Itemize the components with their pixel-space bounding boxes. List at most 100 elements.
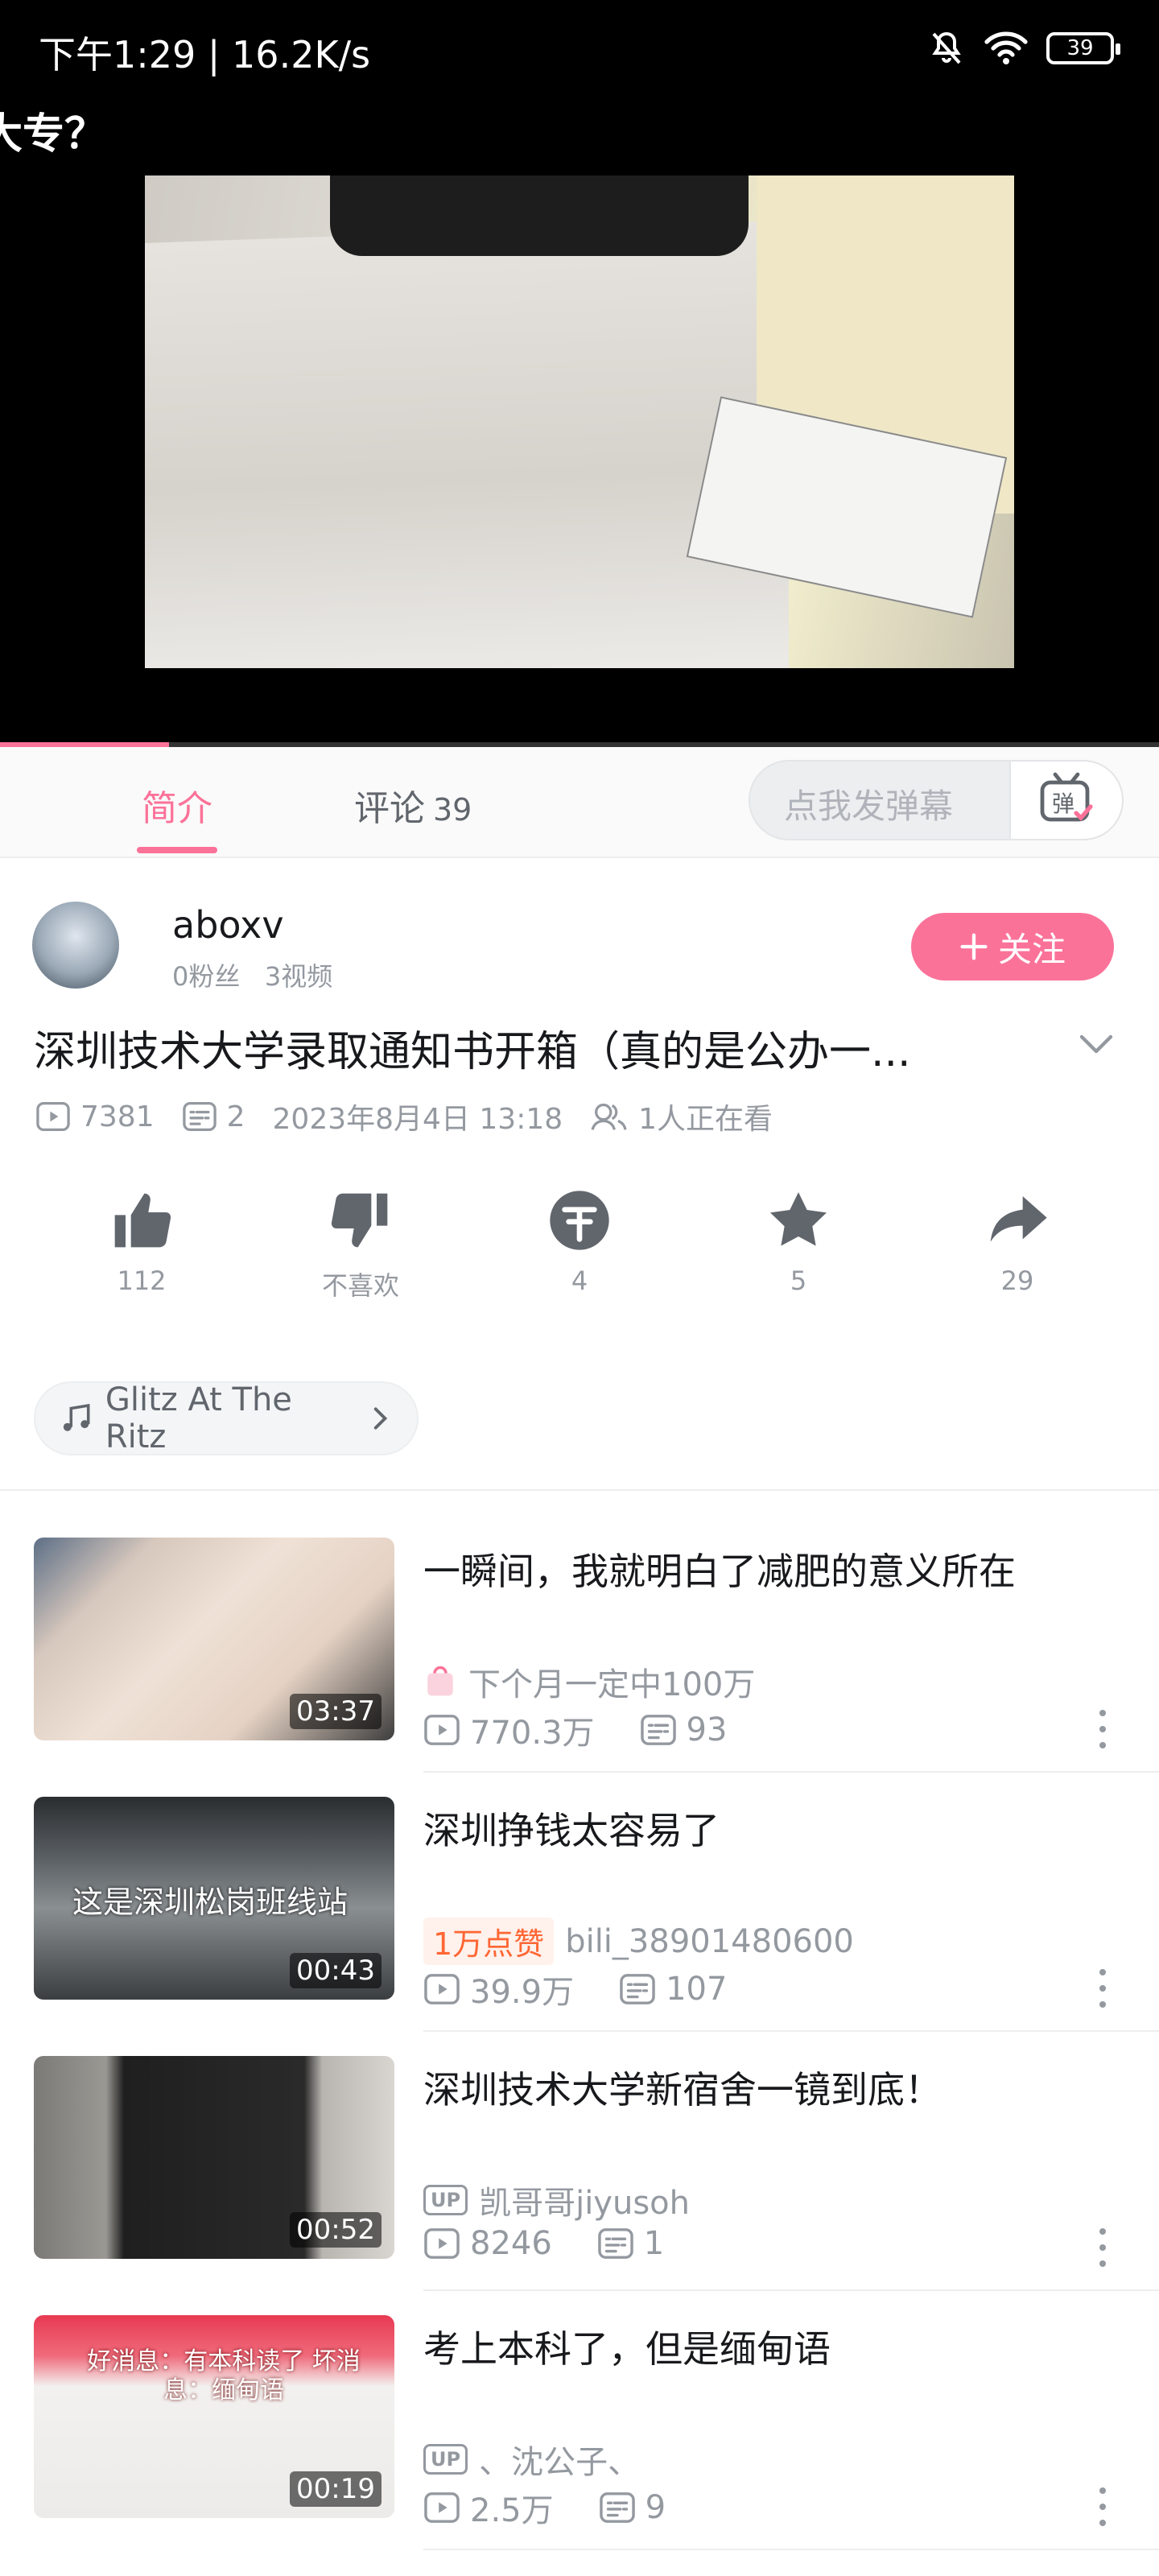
play-count-icon: [424, 1974, 460, 2004]
thumbnail-caption: 好消息：有本科读了 坏消息：缅甸语: [87, 2347, 361, 2405]
video-thumbnail[interactable]: 这是深圳松岗班线站 00:43: [34, 1797, 394, 2000]
recommendation-title: 深圳挣钱太容易了: [423, 1809, 720, 1852]
recommendation-stats: 2.5万 9: [423, 2484, 711, 2531]
more-options-icon[interactable]: [1095, 2487, 1111, 2526]
dislike-button[interactable]: 不喜欢: [296, 1188, 425, 1302]
comment-count: 107: [666, 1971, 728, 2008]
comment-count-icon: [620, 1974, 655, 2004]
recommendation-title: 一瞬间，我就明白了减肥的意义所在: [423, 1550, 1016, 1593]
recommendation-title: 深圳技术大学新宿舍一镜到底！: [423, 2068, 942, 2112]
thumbnail-caption: 这是深圳松岗班线站: [72, 1885, 349, 1920]
comment-count: 9: [645, 2489, 666, 2526]
coin-icon: [550, 1191, 609, 1250]
watching-people-icon: [591, 1103, 627, 1130]
tab-comments[interactable]: 评论 39: [354, 779, 472, 831]
owner-name: 凯哥哥jiyusoh: [479, 2185, 690, 2222]
more-options-icon[interactable]: [1095, 1710, 1111, 1748]
video-thumbnail[interactable]: 03:37: [34, 1538, 394, 1740]
play-count-icon: [424, 1715, 460, 1745]
tab-comments-count: 39: [433, 792, 472, 828]
bgm-chip[interactable]: Glitz At The Ritz: [34, 1381, 419, 1455]
coin-count: 4: [571, 1265, 588, 1296]
danmaku-tv-icon: 弹: [1040, 772, 1093, 822]
share-arrow-icon: [990, 1196, 1047, 1242]
recommendation-title: 考上本科了，但是缅甸语: [423, 2327, 831, 2371]
recommendation-stats: 770.3万 93: [423, 1707, 772, 1753]
plus-icon: [960, 933, 988, 960]
battery-level: 39: [1066, 36, 1094, 60]
tab-intro[interactable]: 简介: [142, 779, 212, 831]
like-button[interactable]: 112: [77, 1188, 206, 1296]
comment-count-icon: [640, 1715, 676, 1745]
thumbs-down-icon: [331, 1193, 388, 1248]
video-duration: 00:43: [290, 1953, 382, 1988]
recommendation-stats: 39.9万 107: [423, 1966, 772, 2013]
chevron-down-icon[interactable]: [1075, 1022, 1117, 1064]
item-divider: [423, 2549, 1159, 2550]
recommendation-owner[interactable]: 1万点赞 bili_38901480600: [423, 1918, 854, 1965]
uploader-avatar[interactable]: [32, 902, 119, 989]
tab-comments-label: 评论: [354, 788, 425, 829]
chevron-right-icon: [373, 1407, 388, 1430]
up-badge: UP: [423, 2185, 468, 2215]
coin-button[interactable]: 4: [515, 1188, 644, 1296]
view-count: 2.5万: [470, 2492, 554, 2529]
item-divider: [423, 2030, 1159, 2032]
recommendation-item[interactable]: 这是深圳松岗班线站 00:43 深圳挣钱太容易了 1万点赞 bili_38901…: [0, 1797, 1159, 2054]
section-divider: [0, 1489, 1159, 1491]
video-meta-row: 7381 2 2023年8月4日 13:18 1人正在看: [35, 1096, 800, 1137]
danmaku-toggle-button[interactable]: 弹: [1009, 760, 1124, 840]
owner-name: 下个月一定中100万: [468, 1666, 756, 1703]
bgm-title: Glitz At The Ritz: [105, 1381, 292, 1455]
music-note-icon: [63, 1403, 90, 1431]
dislike-label: 不喜欢: [321, 1270, 399, 1301]
share-button[interactable]: 29: [953, 1188, 1082, 1296]
video-thumbnail[interactable]: 00:52: [34, 2056, 394, 2259]
follow-label: 关注: [997, 929, 1066, 969]
owner-name: 、沈公子、: [479, 2444, 641, 2481]
mute-bell-icon: [932, 31, 961, 64]
status-icons: 39: [927, 24, 1120, 72]
recommendation-owner[interactable]: UP 凯哥哥jiyusoh: [423, 2177, 690, 2223]
publish-date: 2023年8月4日 13:18: [272, 1103, 563, 1136]
video-frame: [145, 175, 1014, 668]
recommendation-owner[interactable]: UP 、沈公子、: [423, 2436, 640, 2483]
danmaku-placeholder: 点我发弹幕: [784, 786, 954, 826]
like-count: 112: [117, 1265, 167, 1296]
view-count: 8246: [470, 2225, 552, 2262]
more-options-icon[interactable]: [1095, 2228, 1111, 2267]
play-count-icon: [36, 1102, 70, 1131]
recommendation-item[interactable]: 00:52 深圳技术大学新宿舍一镜到底！ UP 凯哥哥jiyusoh 8246 …: [0, 2056, 1159, 2314]
video-overlay-title: 大专？: [0, 110, 107, 159]
owner-name: bili_38901480600: [565, 1922, 854, 1960]
uploader-stats: 0粉丝 3视频: [172, 961, 333, 992]
tab-active-indicator: [137, 847, 217, 853]
status-time: 下午1:29 | 16.2K/s: [39, 33, 371, 76]
favorite-button[interactable]: 5: [734, 1188, 863, 1296]
uploader-name[interactable]: aboxv: [172, 903, 284, 947]
video-duration: 00:52: [290, 2212, 382, 2248]
watching-count: 1人正在看: [638, 1103, 773, 1136]
follow-button[interactable]: 关注: [911, 913, 1114, 980]
video-duration: 03:37: [290, 1694, 382, 1729]
comment-count: 93: [686, 1711, 728, 1748]
recommendation-stats: 8246 1: [423, 2225, 709, 2262]
play-count-icon: [424, 2492, 460, 2523]
video-duration: 00:19: [290, 2471, 382, 2507]
wifi-icon: [984, 31, 1028, 64]
video-title: 深圳技术大学录取通知书开箱（真的是公办一...: [34, 1028, 911, 1076]
video-thumbnail[interactable]: 好消息：有本科读了 坏消息：缅甸语 00:19: [34, 2315, 394, 2518]
shopping-bag-icon: [427, 1666, 453, 1696]
more-options-icon[interactable]: [1095, 1969, 1111, 2008]
star-icon: [770, 1192, 827, 1246]
up-badge: UP: [423, 2444, 468, 2475]
recommendation-item[interactable]: 03:37 一瞬间，我就明白了减肥的意义所在 下个月一定中100万 770.3万…: [0, 1538, 1159, 1795]
danmaku-count-icon: [182, 1102, 217, 1131]
recommendation-owner[interactable]: 下个月一定中100万: [423, 1658, 755, 1705]
item-divider: [423, 2289, 1159, 2291]
play-count-icon: [424, 2228, 460, 2259]
battery-icon: 39: [1046, 32, 1120, 64]
share-count: 29: [1000, 1265, 1034, 1296]
recommendation-item[interactable]: 好消息：有本科读了 坏消息：缅甸语 00:19 考上本科了，但是缅甸语 UP 、…: [0, 2315, 1159, 2573]
item-divider: [423, 1771, 1159, 1773]
